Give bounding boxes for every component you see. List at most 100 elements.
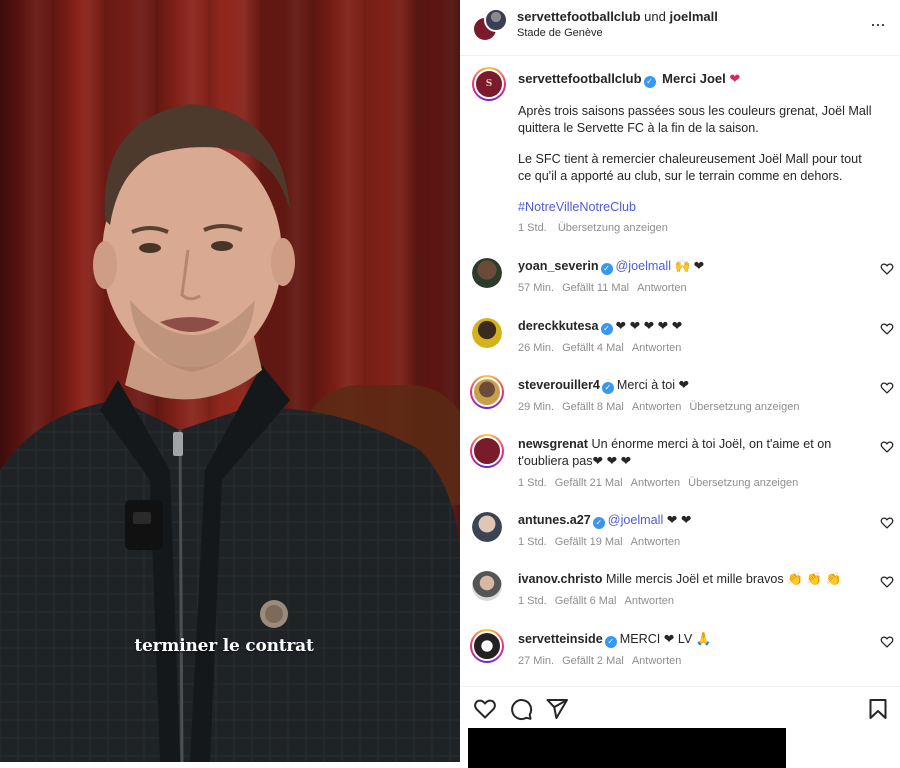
comment-likes[interactable]: Gefällt 2 Mal [562,655,624,667]
comment-username[interactable]: yoan_severin [518,259,599,273]
reply-link[interactable]: Antworten [632,342,682,354]
comment-text: ❤ ❤ ❤ ❤ ❤ [615,319,683,333]
avatar[interactable] [472,318,502,348]
mention-link[interactable]: @joelmall [608,513,663,527]
post-time: 1 Std. [518,222,547,234]
avatar[interactable]: S [472,67,506,101]
comment-meta: 29 Min. Gefällt 8 Mal Antworten Übersetzung… [518,399,848,416]
comment-time: 1 Std. [518,595,547,607]
avatar[interactable] [470,629,504,663]
comment-username[interactable]: steverouiller4 [518,378,600,392]
heart-icon[interactable] [880,635,894,649]
action-bar [460,686,900,728]
heart-icon[interactable] [880,322,894,336]
comment-time: 1 Std. [518,536,547,548]
comment-likes[interactable]: Gefällt 21 Mal [555,477,623,489]
comment-text: Merci à toi ❤ [616,378,690,392]
heart-icon[interactable] [880,575,894,589]
post-header: servettefootballclub und joelmall Stade … [460,0,900,56]
post-author-username[interactable]: servettefootballclub [518,71,642,86]
heart-icon[interactable] [880,440,894,454]
heart-emoji: ❤ [729,71,741,86]
share-icon[interactable] [545,697,569,721]
header-username-1[interactable]: servettefootballclub [517,9,641,24]
header-joiner: und [640,9,670,24]
comment-meta: 26 Min. Gefällt 4 Mal Antworten [518,340,848,357]
avatar-image [472,436,502,466]
reply-link[interactable]: Antworten [631,536,681,548]
comment-body: dereckkutesa ✓ ❤ ❤ ❤ ❤ ❤ 26 Min. Gefällt 4 M… [518,318,848,357]
post-paragraph: Le SFC tient à remercier chaleureusement… [518,152,862,183]
more-icon[interactable]: ... [868,11,888,34]
comment-username[interactable]: antunes.a27 [518,513,591,527]
avatar[interactable] [470,434,504,468]
post-panel: servettefootballclub und joelmall Stade … [460,0,900,768]
avatar[interactable] [472,571,502,601]
club-crest-icon: S [474,69,504,99]
location-link[interactable]: Stade de Genève [517,27,603,39]
comment-body: yoan_severin ✓ @joelmall 🙌 ❤ 57 Min. Gefällt… [518,258,848,297]
comment-username[interactable]: servetteinside [518,632,603,646]
comment-text-line: yoan_severin ✓ @joelmall 🙌 ❤ [518,258,848,275]
comment-meta: 27 Min. Gefällt 2 Mal Antworten [518,653,848,670]
heart-icon[interactable] [880,516,894,530]
post-author-line: servettefootballclub ✓ Merci Joel ❤ [518,71,740,88]
comment-body: antunes.a27 ✓ @joelmall ❤ ❤ 1 Std. Gefällt 1… [518,512,848,551]
reply-link[interactable]: Antworten [632,655,682,667]
comment-likes[interactable]: Gefällt 8 Mal [562,401,624,413]
comment-username[interactable]: newsgrenat [518,437,588,451]
translate-link[interactable]: Übersetzung anzeigen [688,477,798,489]
verified-icon: ✓ [601,382,614,394]
comment-meta: 1 Std. Gefällt 21 Mal Antworten Übersetzung… [518,475,848,492]
comment-text: Mille mercis Joël et mille bravos 👏 👏 👏 [605,572,842,586]
verified-icon: ✓ [604,636,617,648]
video-caption: terminer le contrat [134,636,314,656]
bookmark-icon[interactable] [866,697,890,721]
avatar[interactable] [472,258,502,288]
comment-text-line: antunes.a27 ✓ @joelmall ❤ ❤ [518,512,848,529]
comment-meta: 1 Std. Gefällt 6 Mal Antworten [518,593,848,610]
comment-likes[interactable]: Gefällt 4 Mal [562,342,624,354]
avatar-image [472,631,502,661]
verified-icon: ✓ [592,517,605,529]
avatar[interactable] [472,512,502,542]
collab-avatars[interactable] [472,8,508,44]
comment-meta: 1 Std. Gefällt 19 Mal Antworten [518,534,848,551]
post-meta: 1 Std. Übersetzung anzeigen [518,222,676,234]
comment-likes[interactable]: Gefällt 19 Mal [555,536,623,548]
heart-icon[interactable] [880,262,894,276]
comment-time: 57 Min. [518,282,555,294]
comment-time: 27 Min. [518,655,555,667]
comment-username[interactable]: dereckkutesa [518,319,599,333]
translate-link[interactable]: Übersetzung anzeigen [689,401,799,413]
comment-text-line: servetteinside ✓ MERCI ❤ LV 🙏 [518,631,848,648]
reply-link[interactable]: Antworten [631,477,681,489]
translate-link[interactable]: Übersetzung anzeigen [558,222,668,234]
comment-text: 🙌 ❤ [671,259,705,273]
heart-icon[interactable] [880,381,894,395]
verified-icon: ✓ [600,323,613,335]
reply-link[interactable]: Antworten [632,401,682,413]
post-media[interactable]: terminer le contrat [0,0,460,762]
comment-username[interactable]: ivanov.christo [518,572,602,586]
avatar-image [472,318,502,348]
header-username-2[interactable]: joelmall [669,9,717,24]
comment-body: ivanov.christo Mille mercis Joël et mill… [518,571,848,610]
comment-icon[interactable] [509,697,533,721]
comment-time: 29 Min. [518,401,555,413]
comment-text-line: steverouiller4 ✓ Merci à toi ❤ [518,377,848,394]
verified-icon: ✓ [643,76,656,88]
mention-link[interactable]: @joelmall [616,259,671,273]
comment-meta: 57 Min. Gefällt 11 Mal Antworten [518,280,848,297]
avatar[interactable] [470,375,504,409]
comment-time: 26 Min. [518,342,555,354]
comment-likes[interactable]: Gefällt 11 Mal [562,282,629,294]
comment-body: servetteinside ✓ MERCI ❤ LV 🙏 27 Min. Gefäll… [518,631,848,670]
comment-body: steverouiller4 ✓ Merci à toi ❤ 29 Min. Gefäl… [518,377,848,416]
reply-link[interactable]: Antworten [625,595,675,607]
heart-icon[interactable] [473,697,497,721]
hashtag-link[interactable]: #NotreVilleNotreClub [518,199,878,216]
comment-text-line: newsgrenat Un énorme merci à toi Joël, o… [518,436,848,470]
comment-likes[interactable]: Gefällt 6 Mal [555,595,617,607]
reply-link[interactable]: Antworten [637,282,687,294]
